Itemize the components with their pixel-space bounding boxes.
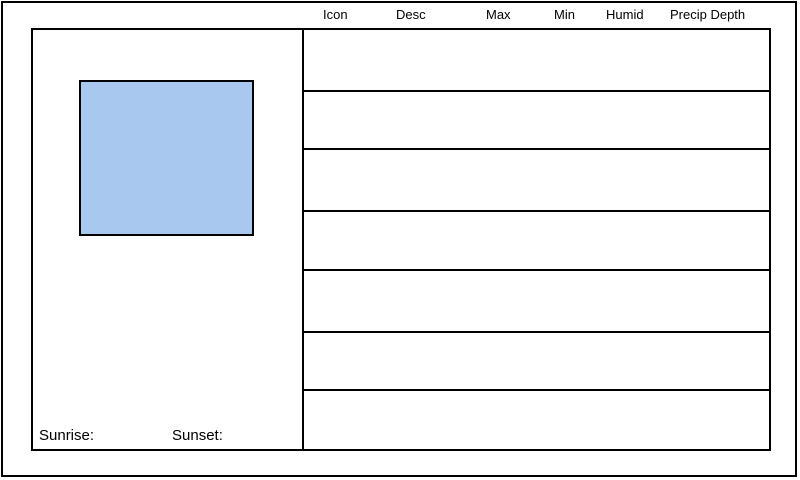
weather-icon-placeholder	[79, 80, 254, 236]
header-icon: Icon	[323, 7, 348, 22]
sunset-label: Sunset:	[172, 427, 223, 444]
header-precip-depth: Precip Depth	[670, 7, 746, 22]
forecast-row	[304, 91, 769, 149]
row-divider	[304, 90, 769, 92]
row-divider	[304, 389, 769, 391]
header-min: Min	[554, 7, 575, 22]
forecast-row	[304, 30, 769, 91]
row-divider	[304, 331, 769, 333]
row-divider	[304, 148, 769, 150]
row-divider	[304, 269, 769, 271]
header-humid: Humid	[606, 7, 644, 22]
header-desc: Desc	[396, 7, 426, 22]
header-max: Max	[486, 7, 511, 22]
forecast-table	[304, 30, 769, 449]
forecast-row	[304, 211, 769, 270]
forecast-row	[304, 390, 769, 449]
forecast-row	[304, 149, 769, 211]
current-conditions-panel: Sunrise: Sunset:	[33, 30, 304, 449]
forecast-row	[304, 332, 769, 390]
main-panel: Sunrise: Sunset:	[31, 28, 771, 451]
forecast-row	[304, 270, 769, 332]
row-divider	[304, 210, 769, 212]
sunrise-label: Sunrise:	[39, 427, 95, 444]
